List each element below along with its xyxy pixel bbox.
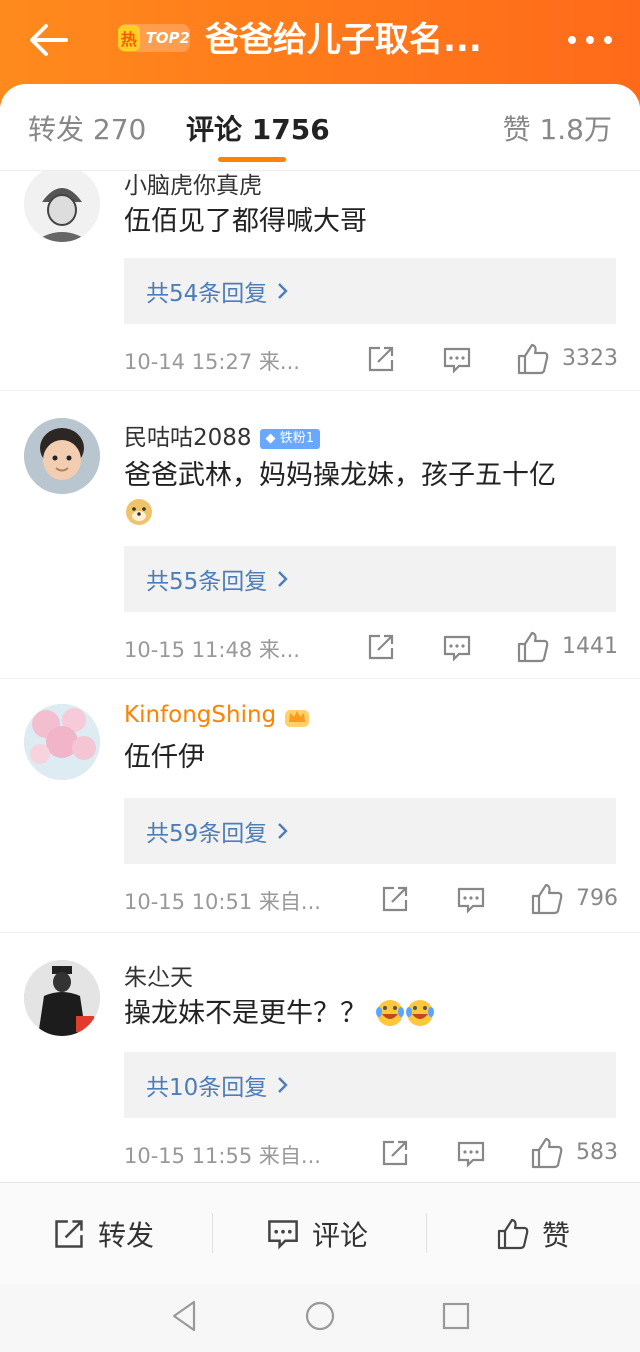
replies-count: 共10条回复	[146, 1075, 268, 1101]
replies-count: 共54条回复	[146, 281, 268, 307]
like-count: 1441	[562, 634, 618, 659]
comment-item: 民咕咕2088 ◆ 铁粉1 爸爸武林，妈妈操龙妹，孩子五十亿 共55条回复 10-…	[0, 390, 640, 679]
doge-emoji-icon	[126, 499, 152, 525]
tab-like[interactable]: 赞 1.8万	[503, 108, 612, 148]
replies-link[interactable]: 共59条回复	[124, 798, 616, 864]
reply-icon[interactable]	[456, 1140, 486, 1168]
share-icon[interactable]	[366, 632, 396, 662]
comment-text: 伍仟伊	[124, 742, 205, 773]
divider	[426, 1213, 427, 1253]
avatar-child-icon	[24, 418, 100, 494]
avatar-person-icon	[24, 960, 100, 1036]
comment-item: KinfongShing 伍仟伊 共59条回复 10-15 10:51 来自..…	[0, 678, 640, 933]
comment-text-body: 爸爸武林，妈妈操龙妹，孩子五十亿	[124, 460, 556, 491]
replies-count: 共55条回复	[146, 569, 268, 595]
avatar[interactable]	[24, 960, 100, 1036]
reply-icon[interactable]	[456, 886, 486, 914]
avatar-sketch-icon	[24, 170, 100, 242]
crown-vip-icon	[285, 709, 310, 727]
repost-label: 转发	[98, 1219, 155, 1252]
hot-rank-badge: 热 TOP2	[118, 24, 190, 52]
avatar[interactable]	[24, 170, 100, 242]
share-icon	[55, 1220, 83, 1248]
like-icon	[497, 1218, 529, 1250]
comment-text: 爸爸武林，妈妈操龙妹，孩子五十亿	[124, 456, 624, 538]
hot-rank-label: TOP2	[145, 29, 190, 47]
replies-link[interactable]: 共10条回复	[124, 1052, 616, 1118]
more-horizontal-icon[interactable]	[566, 30, 614, 50]
comment-item: 小脑虎你真虎 伍佰见了都得喊大哥 共54条回复 10-14 15:27 来...…	[0, 170, 640, 391]
comment-meta: 10-15 10:51 来自...	[124, 890, 321, 914]
replies-link[interactable]: 共55条回复	[124, 546, 616, 612]
bottom-action-bar: 转发 评论 赞	[0, 1182, 640, 1285]
comment-icon	[268, 1220, 298, 1250]
username-text: KinfongShing	[124, 702, 277, 728]
username[interactable]: KinfongShing	[124, 702, 310, 728]
avatar[interactable]	[24, 704, 100, 780]
share-icon[interactable]	[380, 884, 410, 914]
comment-label: 评论	[312, 1219, 369, 1252]
fan-badge: ◆ 铁粉1	[259, 428, 320, 449]
like-button[interactable]: 赞	[496, 1183, 570, 1285]
tab-repost[interactable]: 转发 270	[28, 108, 146, 148]
like-icon[interactable]	[516, 630, 550, 664]
active-tab-indicator	[218, 157, 286, 162]
share-icon[interactable]	[380, 1138, 410, 1168]
comment-meta: 10-14 15:27 来...	[124, 350, 300, 374]
like-count: 796	[576, 886, 618, 911]
like-label: 赞	[542, 1219, 571, 1252]
username[interactable]: 小脑虎你真虎	[124, 170, 262, 200]
comment-text: 操龙妹不是更牛？？	[124, 994, 624, 1034]
comment-text-body: 操龙妹不是更牛？？	[124, 998, 367, 1029]
chevron-right-icon	[278, 571, 288, 587]
back-arrow-icon[interactable]	[26, 20, 74, 60]
replies-link[interactable]: 共54条回复	[124, 258, 616, 324]
avatar-blossom-icon	[24, 704, 100, 780]
reply-icon[interactable]	[442, 634, 472, 662]
chevron-right-icon	[278, 1077, 288, 1093]
page-title: 爸爸给儿子取名...	[205, 20, 482, 60]
laugh-cry-emoji-icon	[375, 1000, 434, 1026]
comment-item: 朱尐天 操龙妹不是更牛？？ 共10条回复 10-15 11:55 来自... 5…	[0, 932, 640, 1180]
nav-home-icon[interactable]	[302, 1298, 338, 1334]
tab-comment[interactable]: 评论 1756	[186, 108, 330, 148]
nav-back-icon[interactable]	[168, 1298, 200, 1334]
username-text: 民咕咕2088	[124, 425, 252, 451]
avatar[interactable]	[24, 418, 100, 494]
repost-button[interactable]: 转发	[52, 1183, 154, 1285]
tab-bar: 转发 270 评论 1756 赞 1.8万	[0, 84, 640, 171]
comment-meta: 10-15 11:48 来...	[124, 638, 300, 662]
comment-list[interactable]: 小脑虎你真虎 伍佰见了都得喊大哥 共54条回复 10-14 15:27 来...…	[0, 170, 640, 1180]
comment-text: 伍佰见了都得喊大哥	[124, 206, 367, 237]
replies-count: 共59条回复	[146, 821, 268, 847]
share-icon[interactable]	[366, 344, 396, 374]
chevron-right-icon	[278, 283, 288, 299]
nav-recents-icon[interactable]	[440, 1298, 472, 1334]
comment-meta: 10-15 11:55 来自...	[124, 1144, 321, 1168]
reply-icon[interactable]	[442, 346, 472, 374]
hot-icon: 热	[118, 25, 140, 51]
like-icon[interactable]	[530, 1136, 564, 1170]
content-sheet: 转发 270 评论 1756 赞 1.8万 小脑虎你真虎 伍佰见了都得喊大哥 共…	[0, 84, 640, 1352]
username[interactable]: 朱尐天	[124, 958, 193, 992]
system-nav-bar	[0, 1284, 640, 1352]
like-count: 3323	[562, 346, 618, 371]
like-count: 583	[576, 1140, 618, 1165]
fan-badge-label: 铁粉1	[279, 430, 314, 446]
chevron-right-icon	[278, 823, 288, 839]
like-icon[interactable]	[516, 342, 550, 376]
username[interactable]: 民咕咕2088 ◆ 铁粉1	[124, 418, 320, 452]
like-icon[interactable]	[530, 882, 564, 916]
comment-button[interactable]: 评论	[266, 1183, 368, 1285]
divider	[212, 1213, 213, 1253]
